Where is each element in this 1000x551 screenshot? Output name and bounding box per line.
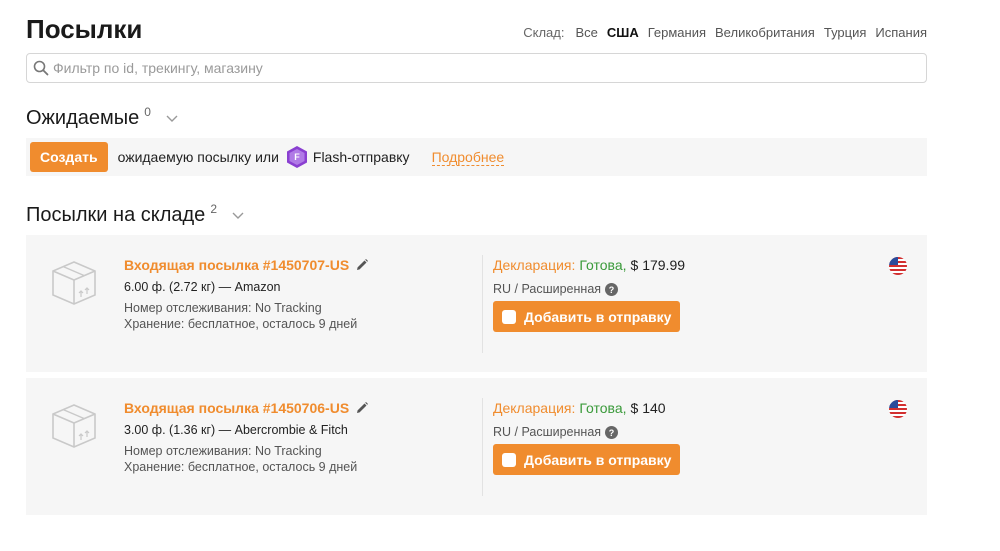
flash-logo-icon: F: [286, 146, 307, 168]
parcel-title[interactable]: Входящая посылка #1450707-US: [124, 257, 369, 273]
parcel-store: — Amazon: [218, 280, 281, 294]
add-to-shipment-button[interactable]: Добавить в отправку: [493, 444, 681, 475]
storage-line: Хранение: бесплатное, осталось 9 дней: [124, 317, 358, 331]
add-to-shipment-label: Добавить в отправку: [524, 451, 672, 468]
box-icon: [52, 261, 96, 305]
parcel-card: Входящая посылка #1450707-US 6.00 ф. (2.…: [26, 235, 927, 372]
expected-heading: Ожидаемые 0: [26, 105, 179, 130]
svg-text:F: F: [294, 152, 300, 162]
declaration-label: Декларация:: [493, 400, 576, 416]
question-icon[interactable]: ?: [605, 425, 619, 439]
warehouse-option-germany[interactable]: Германия: [648, 25, 706, 40]
question-icon[interactable]: ?: [605, 282, 619, 296]
weight-line: 3.00 ф. (1.36 кг) — Abercrombie & Fitch: [124, 423, 348, 437]
tracking-line: Номер отслеживания: No Tracking: [124, 301, 322, 315]
parcel-title[interactable]: Входящая посылка #1450706-US: [124, 400, 369, 416]
pencil-icon[interactable]: [355, 258, 369, 272]
flash-text: Flash-отправку: [312, 149, 410, 165]
declaration-line: Декларация: Готова, $ 140: [493, 400, 666, 416]
lang-line: RU / Расширенная ?: [493, 282, 619, 296]
us-flag-icon: [889, 400, 907, 418]
us-flag-icon: [889, 257, 907, 275]
expected-text: ожидаемую посылку или: [117, 149, 279, 165]
declaration-status: Готова,: [579, 400, 627, 416]
declaration-line: Декларация: Готова, $ 179.99: [493, 257, 685, 273]
parcel-weight: 3.00 ф. (1.36 кг): [124, 423, 216, 437]
divider: [482, 255, 483, 353]
declaration-price: $ 140: [630, 400, 666, 416]
expected-heading-label: Ожидаемые: [26, 107, 140, 129]
parcel-title-text[interactable]: Входящая посылка #1450707-US: [124, 257, 349, 273]
search-input[interactable]: [53, 60, 913, 76]
create-button[interactable]: Создать: [30, 142, 108, 172]
more-link[interactable]: Подробнее: [431, 149, 505, 166]
pencil-icon[interactable]: [355, 401, 369, 415]
checkbox[interactable]: [502, 309, 516, 324]
add-to-shipment-button[interactable]: Добавить в отправку: [493, 301, 681, 332]
weight-line: 6.00 ф. (2.72 кг) — Amazon: [124, 280, 281, 294]
svg-text:?: ?: [609, 285, 615, 295]
page-title: Посылки: [26, 14, 143, 44]
stock-heading-label: Посылки на складе: [26, 204, 206, 226]
declaration-price: $ 179.99: [630, 257, 686, 273]
declaration-lang: RU / Расширенная: [493, 425, 602, 439]
expected-bar: Создать ожидаемую посылку или F Flash-от…: [26, 138, 927, 176]
parcel-title-text[interactable]: Входящая посылка #1450706-US: [124, 400, 349, 416]
chevron-down-icon[interactable]: [231, 208, 245, 222]
search-icon: [33, 60, 49, 76]
checkbox[interactable]: [502, 452, 516, 467]
warehouse-label: Склад:: [523, 25, 565, 40]
warehouse-option-usa[interactable]: США: [607, 25, 639, 40]
storage-line: Хранение: бесплатное, осталось 9 дней: [124, 460, 358, 474]
lang-line: RU / Расширенная ?: [493, 425, 619, 439]
stock-heading: Посылки на складе 2: [26, 202, 245, 227]
add-to-shipment-label: Добавить в отправку: [524, 308, 672, 325]
divider: [482, 398, 483, 496]
parcel-card: Входящая посылка #1450706-US 3.00 ф. (1.…: [26, 378, 927, 515]
stock-count: 2: [210, 202, 217, 216]
warehouse-option-turkey[interactable]: Турция: [824, 25, 867, 40]
warehouse-option-uk[interactable]: Великобритания: [715, 25, 815, 40]
expected-count: 0: [144, 105, 151, 119]
declaration-lang: RU / Расширенная: [493, 282, 602, 296]
declaration-status: Готова,: [579, 257, 627, 273]
warehouse-option-spain[interactable]: Испания: [875, 25, 927, 40]
tracking-line: Номер отслеживания: No Tracking: [124, 444, 322, 458]
declaration-label: Декларация:: [493, 257, 576, 273]
chevron-down-icon[interactable]: [165, 111, 179, 125]
search-box: [26, 53, 927, 83]
warehouse-option-all[interactable]: Все: [575, 25, 597, 40]
svg-text:?: ?: [609, 428, 615, 438]
warehouse-filter: Склад: Все США Германия Великобритания Т…: [523, 25, 927, 40]
parcel-store: — Abercrombie & Fitch: [218, 423, 348, 437]
parcel-weight: 6.00 ф. (2.72 кг): [124, 280, 216, 294]
box-icon: [52, 404, 96, 448]
